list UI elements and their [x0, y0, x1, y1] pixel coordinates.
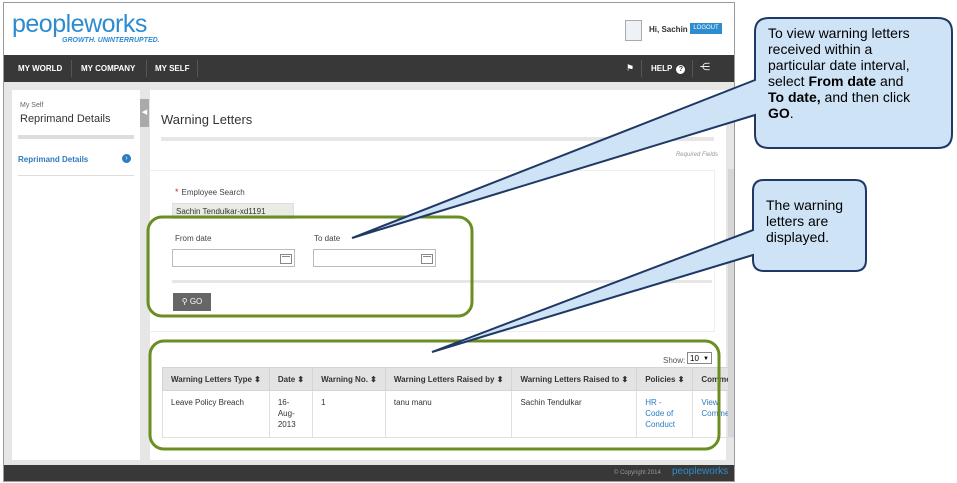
cell-date: 16- Aug- 2013: [268, 390, 314, 438]
sort-icon: ⬍: [254, 374, 261, 384]
form-divider: [172, 280, 712, 283]
sidebar-section: My Self: [20, 102, 44, 109]
footer-logo: peopleworks: [672, 466, 729, 477]
nav-divider: [197, 60, 198, 77]
nav-divider: [692, 60, 693, 77]
page-size-value: 10: [690, 354, 699, 363]
brand-logo[interactable]: peopleworks: [12, 11, 147, 37]
content-panel: Warning Letters Required Fields * Employe…: [150, 90, 734, 460]
app-window: peopleworks GROWTH. UNINTERRUPTED. Hi, S…: [3, 2, 735, 482]
employee-search-label: * Employee Search: [175, 187, 245, 197]
to-date-label: To date: [314, 234, 341, 243]
sort-icon: ⬍: [677, 374, 685, 384]
copyright: © Copyright 2014: [614, 470, 661, 476]
column-header-policies[interactable]: Policies ⬍: [636, 367, 694, 391]
required-note: Required Fields: [675, 152, 718, 158]
warning-letters-table: Warning Letters Type ⬍ Date ⬍ Warning No…: [162, 367, 734, 438]
to-date-input[interactable]: [313, 249, 436, 267]
cell-type: Leave Policy Breach: [162, 390, 270, 438]
sidebar: My Self Reprimand Details Reprimand Deta…: [12, 90, 140, 460]
go-label: GO: [189, 297, 203, 306]
calendar-icon[interactable]: [280, 254, 292, 264]
page-size-select[interactable]: 10 ▼: [687, 352, 712, 364]
employee-search-field[interactable]: Sachin Tendulkar-xd1191: [172, 203, 294, 219]
title-divider: [161, 137, 714, 141]
sidebar-divider: [18, 135, 134, 139]
user-greeting: Hi, Sachin: [649, 25, 688, 34]
chevron-down-icon: ▼: [703, 356, 709, 362]
sidebar-title: Reprimand Details: [20, 113, 111, 125]
nav-my-company[interactable]: MY COMPANY: [81, 55, 135, 82]
cell-raised-by: tanu manu: [384, 390, 513, 438]
avatar[interactable]: [625, 20, 642, 41]
calendar-icon[interactable]: [421, 254, 433, 264]
logout-button[interactable]: LOGOUT: [690, 23, 722, 34]
employee-search-label-text: Employee Search: [181, 188, 245, 197]
footer: © Copyright 2014 peopleworks: [4, 465, 734, 481]
flag-icon[interactable]: ⚑: [626, 63, 634, 74]
cell-warning-no: 1: [312, 390, 386, 438]
scrollbar[interactable]: [728, 169, 734, 437]
nav-my-world[interactable]: MY WORLD: [18, 55, 62, 82]
help-menu[interactable]: HELP?: [651, 55, 686, 82]
sort-icon: ⬍: [621, 374, 629, 384]
page-title: Warning Letters: [161, 112, 253, 127]
column-header-date[interactable]: Date ⬍: [268, 367, 314, 391]
sort-icon: ⬍: [370, 374, 377, 384]
sitemap-icon[interactable]: ⋲: [700, 62, 710, 73]
sidebar-divider: [18, 175, 134, 176]
sidebar-item-reprimand-details[interactable]: Reprimand Details: [18, 155, 88, 164]
table-row: Leave Policy Breach 16- Aug- 2013 1 tanu m…: [162, 390, 734, 438]
help-label: HELP: [651, 64, 673, 73]
from-date-label: From date: [175, 234, 212, 243]
column-header-warning-no[interactable]: Warning No. ⬍: [312, 367, 386, 391]
cell-raised-to: Sachin Tendulkar: [511, 390, 638, 438]
policy-link[interactable]: HR - Code of Conduct: [636, 390, 694, 438]
sort-icon: ⬍: [297, 374, 305, 384]
table-header-row: Warning Letters Type ⬍ Date ⬍ Warning No…: [162, 367, 734, 391]
search-icon: ⚲: [181, 297, 190, 306]
column-header-raised-by[interactable]: Warning Letters Raised by ⬍: [384, 367, 513, 391]
nav-divider: [146, 60, 147, 77]
go-button[interactable]: ⚲ GO: [173, 293, 211, 311]
main-area: My Self Reprimand Details Reprimand Deta…: [4, 82, 734, 465]
show-label: Show:: [663, 356, 686, 365]
main-nav: MY WORLD MY COMPANY MY SELF ⚑ HELP? ⋲: [4, 55, 734, 82]
nav-my-self[interactable]: MY SELF: [155, 55, 190, 82]
help-icon: ?: [676, 65, 686, 74]
date-callout-text: To view warning letters received within …: [768, 25, 911, 121]
required-marker: *: [175, 187, 179, 197]
arrow-right-circle-icon[interactable]: ›: [122, 154, 131, 163]
header: peopleworks GROWTH. UNINTERRUPTED. Hi, S…: [4, 3, 734, 55]
nav-divider: [71, 60, 72, 77]
from-date-input[interactable]: [172, 249, 295, 267]
nav-divider: [641, 60, 642, 77]
sort-icon: ⬍: [496, 374, 504, 384]
list-callout-text: The warning letters are displayed.: [766, 197, 844, 245]
column-header-type[interactable]: Warning Letters Type ⬍: [162, 367, 270, 391]
collapse-sidebar-button[interactable]: ◀: [140, 99, 149, 127]
column-header-raised-to[interactable]: Warning Letters Raised to ⬍: [511, 367, 638, 391]
brand-tagline: GROWTH. UNINTERRUPTED.: [62, 37, 160, 44]
